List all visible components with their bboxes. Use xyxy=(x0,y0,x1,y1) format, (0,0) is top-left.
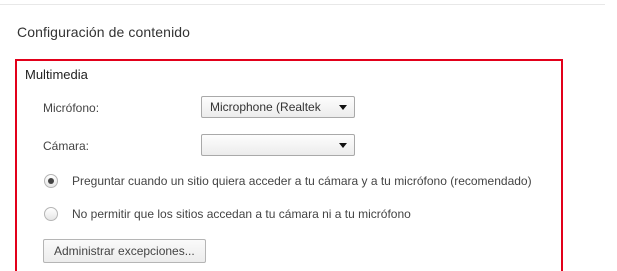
manage-exceptions-button[interactable]: Administrar excepciones... xyxy=(43,239,206,263)
camera-label: Cámara: xyxy=(43,139,90,153)
radio-button-checked[interactable] xyxy=(44,174,58,188)
radio-ask-label[interactable]: Preguntar cuando un sitio quiera acceder… xyxy=(72,174,532,188)
camera-select[interactable] xyxy=(201,134,355,156)
section-title: Multimedia xyxy=(25,67,88,82)
top-divider xyxy=(0,4,605,5)
microphone-select[interactable]: Microphone (Realtek xyxy=(201,96,355,118)
microphone-select-value: Microphone (Realtek xyxy=(210,100,321,114)
chevron-down-icon xyxy=(339,143,347,148)
dialog-title: Configuración de contenido xyxy=(17,24,191,40)
radio-button[interactable] xyxy=(44,207,58,221)
chevron-down-icon xyxy=(339,105,347,110)
microphone-label: Micrófono: xyxy=(43,101,100,115)
multimedia-section: Multimedia Micrófono: Microphone (Realte… xyxy=(15,59,563,271)
radio-block-label[interactable]: No permitir que los sitios accedan a tu … xyxy=(72,207,411,221)
